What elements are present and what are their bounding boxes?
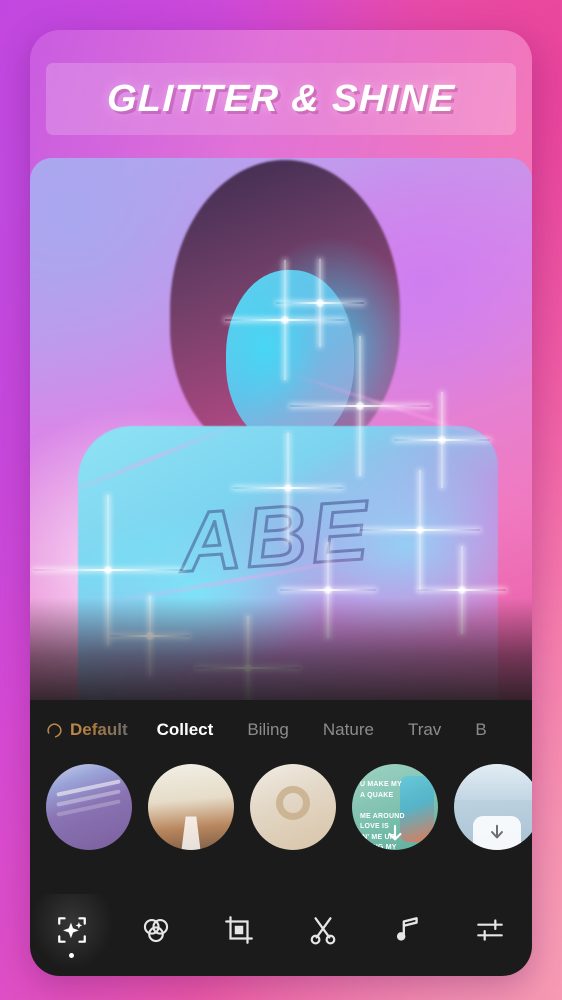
toolbar-filters-button[interactable] bbox=[114, 894, 198, 976]
tab-label: Trav bbox=[407, 720, 442, 739]
toolbar-adjust-button[interactable] bbox=[448, 894, 532, 976]
sparkle-frame-icon bbox=[55, 913, 89, 947]
toolbar-music-button[interactable] bbox=[365, 894, 449, 976]
bottom-toolbar[interactable] bbox=[30, 894, 532, 976]
active-indicator-dot bbox=[69, 952, 75, 958]
scissors-icon bbox=[306, 913, 340, 947]
toolbar-crop-button[interactable] bbox=[197, 894, 281, 976]
subject-face bbox=[226, 270, 354, 445]
promo-screenshot: GLITTER & SHINE ABE Default Collect Bili… bbox=[0, 0, 562, 1000]
thumbnail-green-lyrics[interactable]: U MAKE MY A QUAKE ME AROUND LOVE IS IN' ME U… bbox=[352, 764, 438, 850]
promo-banner: GLITTER & SHINE bbox=[46, 63, 516, 135]
toolbar-cut-button[interactable] bbox=[281, 894, 365, 976]
tab-nature[interactable]: Nature bbox=[306, 720, 391, 740]
tab-trav[interactable]: Trav bbox=[391, 720, 458, 740]
tab-biling[interactable]: Biling bbox=[230, 720, 306, 740]
photo-preview[interactable]: ABE bbox=[30, 158, 532, 718]
tab-label: Collect bbox=[156, 720, 214, 739]
download-badge[interactable] bbox=[473, 816, 521, 850]
effect-category-tabs[interactable]: Default Collect Biling Nature Trav B bbox=[30, 706, 532, 754]
diamond-icon bbox=[46, 722, 63, 739]
effect-thumbnail-list[interactable]: U MAKE MY A QUAKE ME AROUND LOVE IS IN' ME U… bbox=[30, 758, 532, 856]
tab-label: Biling bbox=[247, 720, 289, 739]
music-note-icon bbox=[390, 913, 424, 947]
tab-default[interactable]: Default bbox=[38, 720, 140, 740]
thumbnail-road-landscape[interactable] bbox=[148, 764, 234, 850]
tab-label: Default bbox=[70, 720, 128, 739]
thumbnail-purple-abstract[interactable] bbox=[46, 764, 132, 850]
editor-panel: Default Collect Biling Nature Trav B U M… bbox=[30, 700, 532, 976]
tab-label: B bbox=[475, 720, 487, 739]
thumbnail-beige-vase[interactable] bbox=[250, 764, 336, 850]
tab-collect[interactable]: Collect bbox=[140, 720, 231, 740]
crop-icon bbox=[222, 913, 256, 947]
shirt-text: ABE bbox=[175, 481, 376, 591]
toolbar-effects-button[interactable] bbox=[30, 894, 114, 976]
banner-title: GLITTER & SHINE bbox=[106, 77, 456, 120]
thumbnail-blue-scene[interactable] bbox=[454, 764, 532, 850]
download-icon bbox=[386, 824, 404, 844]
three-circles-icon bbox=[139, 913, 173, 947]
sliders-icon bbox=[473, 913, 507, 947]
tab-b[interactable]: B bbox=[458, 720, 503, 740]
tab-label: Nature bbox=[322, 720, 374, 739]
phone-mockup: GLITTER & SHINE ABE Default Collect Bili… bbox=[30, 30, 532, 976]
